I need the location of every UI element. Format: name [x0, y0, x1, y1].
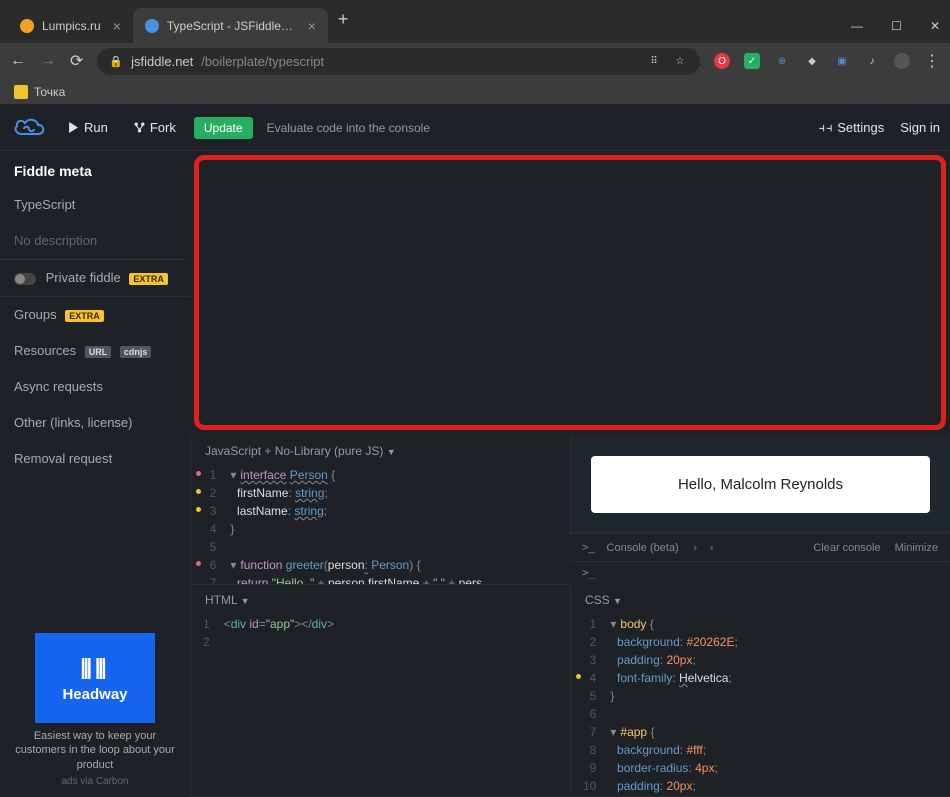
jsfiddle-header: Run Fork Update Evaluate code into the c…	[0, 105, 950, 151]
js-editor[interactable]: 1234567891011121314151617 ▾interface Per…	[191, 462, 570, 584]
favicon	[145, 19, 159, 33]
console-bar: >_ Console (beta) ◑ ◐ Clear console Mini…	[570, 533, 950, 561]
bookmark-icon	[14, 85, 28, 99]
browser-tab[interactable]: Lumpics.ru ×	[8, 8, 133, 43]
extra-badge: EXTRA	[65, 310, 104, 322]
close-icon[interactable]: ×	[113, 18, 121, 34]
browser-tab-strip: Lumpics.ru × TypeScript - JSFiddle - Cod…	[0, 0, 950, 43]
toggle-icon[interactable]	[14, 273, 36, 285]
sidebar-other[interactable]: Other (links, license)	[0, 405, 190, 441]
menu-icon[interactable]: ⋮	[924, 51, 940, 71]
js-pane: JavaScript + No-Library (pure JS) ▼ 1234…	[190, 436, 570, 585]
console-prompt-icon: >_	[582, 542, 595, 554]
chevron-down-icon: ▼	[387, 447, 396, 457]
console-label: Console (beta)	[607, 542, 679, 554]
ad-image: ⦀⦀ Headway	[35, 633, 155, 723]
css-pane-header[interactable]: CSS ▼	[571, 585, 950, 611]
css-editor[interactable]: 1234567891011121314 ▾body { background: …	[571, 611, 950, 796]
jsfiddle-app: Run Fork Update Evaluate code into the c…	[0, 105, 950, 797]
minimize-console-button[interactable]: Minimize	[895, 542, 938, 554]
signin-button[interactable]: Sign in	[900, 120, 940, 135]
browser-tab-active[interactable]: TypeScript - JSFiddle - Code Play ×	[133, 8, 328, 43]
tab-title: Lumpics.ru	[42, 19, 101, 33]
css-pane: CSS ▼ 1234567891011121314 ▾body { backgr…	[570, 585, 950, 797]
star-icon[interactable]: ☆	[672, 53, 688, 69]
bookmark-item[interactable]: Точка	[34, 85, 65, 99]
update-button[interactable]: Update	[194, 117, 253, 139]
ad-text: Easiest way to keep your customers in th…	[10, 729, 180, 772]
translate-icon[interactable]: ⠿	[646, 53, 662, 69]
sidebar: Fiddle meta TypeScript No description Pr…	[0, 151, 190, 797]
new-tab-button[interactable]: +	[328, 9, 359, 30]
sidebar-removal[interactable]: Removal request	[0, 441, 190, 477]
sidebar-private-fiddle[interactable]: Private fiddle EXTRA	[0, 259, 190, 296]
url-input[interactable]: 🔒 jsfiddle.net/boilerplate/typescript ⠿ …	[97, 48, 700, 75]
extension-icon[interactable]: ✓	[744, 53, 760, 69]
evaluate-label: Evaluate code into the console	[267, 121, 430, 135]
console-nav-icon[interactable]: ◐	[709, 542, 716, 554]
bookmarks-bar: Точка	[0, 79, 950, 105]
tab-title: TypeScript - JSFiddle - Code Play	[167, 19, 296, 33]
extension-icon[interactable]: ♪	[864, 53, 880, 69]
result-pane: Hello, Malcolm Reynolds	[570, 436, 950, 533]
maximize-icon[interactable]: ☐	[891, 19, 902, 33]
editor-panes: HTML ▼ 12 <div id="app"></div> CSS ▼ 123…	[190, 151, 950, 797]
extension-icon[interactable]: ▣	[834, 53, 850, 69]
js-pane-header[interactable]: JavaScript + No-Library (pure JS) ▼	[191, 436, 570, 462]
close-icon[interactable]: ✕	[930, 19, 940, 33]
minimize-icon[interactable]: —	[851, 19, 863, 33]
clear-console-button[interactable]: Clear console	[813, 542, 880, 554]
extension-icon[interactable]: ⊕	[774, 53, 790, 69]
console-nav-icon[interactable]: ◑	[691, 542, 698, 554]
reload-button[interactable]: ⟳	[70, 51, 83, 71]
highlight-overlay	[194, 155, 946, 430]
close-icon[interactable]: ×	[308, 18, 316, 34]
extra-badge: EXTRA	[129, 273, 168, 285]
run-button[interactable]: Run	[60, 115, 116, 140]
result-output: Hello, Malcolm Reynolds	[591, 456, 930, 513]
sidebar-description[interactable]: No description	[0, 223, 190, 259]
console-input[interactable]: >_	[570, 561, 950, 585]
sidebar-groups[interactable]: Groups EXTRA	[0, 296, 190, 333]
favicon	[20, 19, 34, 33]
chevron-down-icon: ▼	[241, 596, 250, 606]
extension-icon[interactable]: ◆	[804, 53, 820, 69]
chevron-down-icon: ▼	[613, 596, 622, 606]
url-badge: URL	[85, 346, 112, 358]
jsfiddle-logo[interactable]	[10, 114, 50, 142]
lock-icon: 🔒	[109, 55, 123, 68]
avatar[interactable]	[894, 53, 910, 69]
back-button[interactable]: ←	[10, 52, 26, 70]
window-controls: — ☐ ✕	[851, 19, 940, 43]
forward-button[interactable]: →	[40, 52, 56, 70]
address-bar: ← → ⟳ 🔒 jsfiddle.net/boilerplate/typescr…	[0, 43, 950, 79]
html-editor[interactable]: 12 <div id="app"></div>	[191, 611, 570, 796]
cdnjs-badge: cdnjs	[120, 346, 152, 358]
sidebar-meta-title: Fiddle meta	[0, 151, 190, 187]
ad-box[interactable]: ⦀⦀ Headway Easiest way to keep your cust…	[0, 623, 190, 797]
sidebar-language[interactable]: TypeScript	[0, 187, 190, 223]
settings-button[interactable]: ⫞⫞ Settings	[819, 120, 885, 136]
sidebar-async[interactable]: Async requests	[0, 369, 190, 405]
url-path: /boilerplate/typescript	[201, 54, 324, 69]
ad-via: ads via Carbon	[10, 776, 180, 787]
html-pane: HTML ▼ 12 <div id="app"></div>	[190, 585, 570, 797]
html-pane-header[interactable]: HTML ▼	[191, 585, 570, 611]
url-host: jsfiddle.net	[131, 54, 193, 69]
fork-button[interactable]: Fork	[126, 115, 184, 140]
extension-icon[interactable]: O	[714, 53, 730, 69]
sidebar-resources[interactable]: Resources URL cdnjs	[0, 333, 190, 369]
